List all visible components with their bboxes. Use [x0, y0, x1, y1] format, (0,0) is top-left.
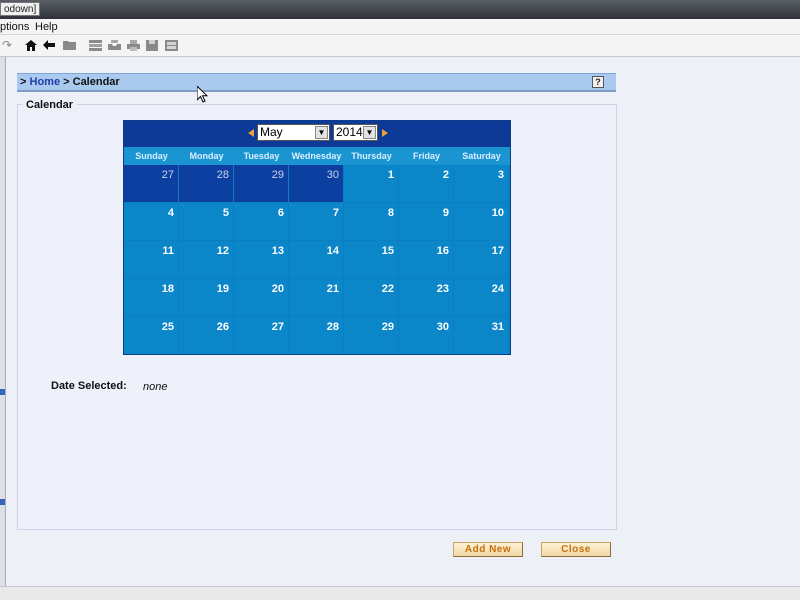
calendar-day[interactable]: 21 [289, 279, 343, 316]
home-icon[interactable] [24, 39, 38, 51]
inbox-icon[interactable] [107, 39, 121, 51]
calendar-day[interactable]: 10 [454, 203, 508, 240]
calendar-day[interactable]: 5 [179, 203, 233, 240]
calendar-day[interactable]: 22 [344, 279, 398, 316]
add-new-button[interactable]: Add New [453, 542, 523, 557]
redo-icon[interactable]: ↷ [0, 39, 14, 51]
left-panel-marker [0, 389, 5, 395]
calendar-day[interactable]: 23 [399, 279, 453, 316]
save-icon[interactable] [145, 39, 159, 51]
toolbar: ↷ [0, 35, 800, 57]
date-selected-value: none [143, 381, 168, 393]
window-titlebar: odown] [0, 0, 800, 19]
menu-options[interactable]: ptions [0, 20, 29, 34]
back-icon[interactable] [42, 39, 56, 51]
calendar-day-other-month[interactable]: 27 [124, 165, 178, 202]
weekday-header-row: Sunday Monday Tuesday Wednesday Thursday Frid… [124, 147, 510, 165]
calendar-day[interactable]: 12 [179, 241, 233, 278]
print-icon[interactable] [126, 39, 140, 51]
year-select[interactable]: 2014 ▼ [333, 124, 378, 141]
calendar-header: May ▼ 2014 ▼ [124, 121, 510, 147]
weekday-sunday: Sunday [135, 151, 168, 161]
calendar-day[interactable]: 31 [454, 317, 508, 354]
calendar-day[interactable]: 1 [344, 165, 398, 202]
breadcrumb-separator: > [20, 76, 27, 88]
left-panel-edge [0, 57, 6, 587]
weekday-friday: Friday [412, 151, 440, 161]
calendar-day[interactable]: 18 [124, 279, 178, 316]
month-select-value: May [260, 125, 283, 139]
calendar-day-other-month[interactable]: 29 [234, 165, 288, 202]
calendar-day[interactable]: 3 [454, 165, 508, 202]
calendar-day[interactable]: 6 [234, 203, 288, 240]
help-icon[interactable]: ? [592, 76, 604, 88]
calendar-day-other-month[interactable]: 28 [179, 165, 233, 202]
folder-icon[interactable] [62, 39, 76, 51]
next-month-icon[interactable] [382, 129, 388, 137]
calendar-day[interactable]: 27 [234, 317, 288, 354]
calendar-day[interactable]: 13 [234, 241, 288, 278]
panel-title: Calendar [22, 98, 78, 112]
calendar-day[interactable]: 16 [399, 241, 453, 278]
weekday-thursday: Thursday [351, 151, 392, 161]
year-select-value: 2014 [336, 125, 363, 139]
calendar-day[interactable]: 29 [344, 317, 398, 354]
calendar-day[interactable]: 28 [289, 317, 343, 354]
close-button[interactable]: Close [541, 542, 611, 557]
calendar-day-other-month[interactable]: 30 [289, 165, 343, 202]
calendar-grid: 27 28 29 30 1 2 3 4 5 6 7 8 9 10 11 12 13 14 15 16 17 18 19 20 2… [124, 165, 510, 355]
left-panel-marker [0, 499, 5, 505]
chevron-down-icon[interactable]: ▼ [363, 126, 376, 139]
calendar-day[interactable]: 7 [289, 203, 343, 240]
weekday-wednesday: Wednesday [291, 151, 342, 161]
breadcrumb-current: Calendar [72, 76, 120, 88]
menu-help[interactable]: Help [35, 20, 58, 34]
calendar-day[interactable]: 11 [124, 241, 178, 278]
calendar-day[interactable]: 8 [344, 203, 398, 240]
window-title: odown] [0, 2, 41, 16]
mouse-cursor-icon [197, 86, 208, 103]
calendar-day[interactable]: 17 [454, 241, 508, 278]
weekday-saturday: Saturday [462, 151, 501, 161]
calendar-day[interactable]: 2 [399, 165, 453, 202]
calendar-day[interactable]: 25 [124, 317, 178, 354]
breadcrumb-separator: > [63, 76, 70, 88]
weekday-monday: Monday [189, 151, 224, 161]
month-select[interactable]: May ▼ [257, 124, 330, 141]
breadcrumb-home-link[interactable]: Home [30, 76, 61, 88]
calendar-day[interactable]: 9 [399, 203, 453, 240]
calendar-day[interactable]: 4 [124, 203, 178, 240]
calendar-widget: May ▼ 2014 ▼ Sunday Monday Tuesday Wednesda… [123, 120, 511, 355]
list-icon[interactable] [88, 39, 102, 51]
layout-icon[interactable] [164, 39, 178, 51]
calendar-day[interactable]: 26 [179, 317, 233, 354]
chevron-down-icon[interactable]: ▼ [315, 126, 328, 139]
calendar-day[interactable]: 30 [399, 317, 453, 354]
date-selected-label: Date Selected: [51, 380, 127, 392]
status-bar [0, 586, 800, 600]
calendar-day[interactable]: 14 [289, 241, 343, 278]
breadcrumb: > Home > Calendar ? [17, 73, 616, 92]
calendar-day[interactable]: 20 [234, 279, 288, 316]
previous-month-icon[interactable] [248, 129, 254, 137]
weekday-tuesday: Tuesday [243, 151, 280, 161]
menu-bar: ptions Help [0, 19, 800, 35]
calendar-day[interactable]: 24 [454, 279, 508, 316]
calendar-day[interactable]: 19 [179, 279, 233, 316]
calendar-day[interactable]: 15 [344, 241, 398, 278]
